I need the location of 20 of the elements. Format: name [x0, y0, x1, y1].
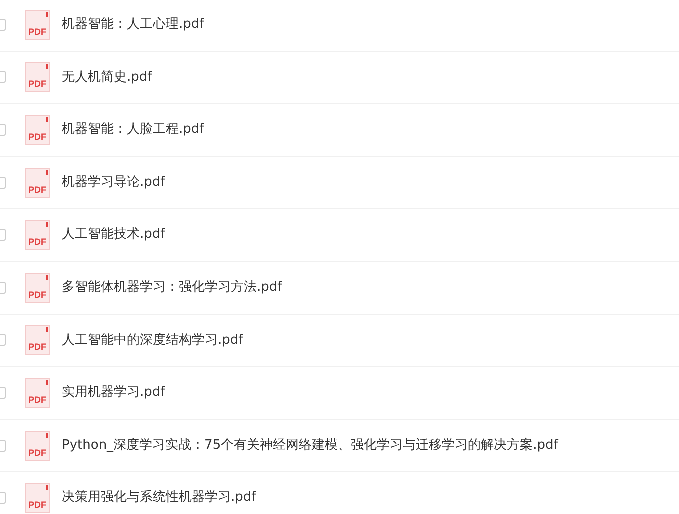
pdf-file-icon: PDF [25, 325, 50, 356]
file-name[interactable]: 机器智能：人工心理.pdf [62, 15, 204, 35]
file-name[interactable]: 人工智能中的深度结构学习.pdf [62, 330, 244, 350]
pdf-file-icon: PDF [25, 114, 50, 145]
pdf-file-icon: PDF [25, 483, 50, 514]
file-name[interactable]: 机器学习导论.pdf [62, 172, 166, 192]
pdf-file-icon: PDF [25, 272, 50, 303]
pdf-file-icon: PDF [25, 378, 50, 408]
pdf-file-icon: PDF [25, 62, 50, 92]
file-name[interactable]: 多智能体机器学习：强化学习方法.pdf [62, 278, 282, 298]
pdf-file-icon: PDF [25, 10, 50, 40]
file-name[interactable]: 机器智能：人脸工程.pdf [62, 120, 204, 140]
file-name[interactable]: 无人机简史.pdf [62, 68, 152, 88]
pdf-file-icon: PDF [25, 168, 50, 198]
pdf-file-icon: PDF [25, 430, 50, 461]
pdf-file-icon: PDF [25, 220, 50, 250]
file-name[interactable]: 人工智能技术.pdf [62, 225, 166, 245]
file-name[interactable]: Python_深度学习实战：75个有关神经网络建模、强化学习与迁移学习的解决方案.pdf [62, 436, 558, 456]
file-name[interactable]: 决策用强化与系统性机器学习.pdf [62, 488, 256, 508]
file-name[interactable]: 实用机器学习.pdf [62, 383, 166, 403]
